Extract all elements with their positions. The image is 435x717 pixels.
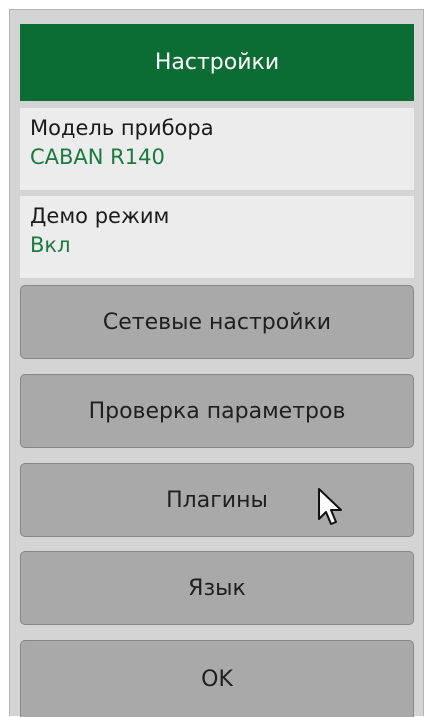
panel-title: Настройки: [154, 50, 280, 75]
settings-panel: Настройки Модель прибора CABAN R140 Демо…: [9, 9, 424, 717]
language-button[interactable]: Язык: [20, 551, 414, 625]
parameter-check-button[interactable]: Проверка параметров: [20, 374, 414, 448]
demo-mode-label: Демо режим: [30, 204, 170, 228]
parameter-check-label: Проверка параметров: [88, 398, 346, 424]
demo-mode-value: Вкл: [30, 233, 71, 257]
mouse-pointer-icon: [318, 488, 342, 525]
network-settings-button[interactable]: Сетевые настройки: [20, 285, 414, 359]
ok-label: OK: [201, 666, 233, 692]
language-label: Язык: [188, 575, 246, 601]
panel-header: Настройки: [20, 24, 414, 101]
device-model-value: CABAN R140: [30, 145, 165, 169]
demo-mode-field[interactable]: Демо режим Вкл: [20, 196, 414, 278]
device-model-label: Модель прибора: [30, 116, 214, 140]
ok-button[interactable]: OK: [20, 640, 414, 717]
plugins-label: Плагины: [166, 487, 268, 513]
plugins-button[interactable]: Плагины: [20, 463, 414, 537]
network-settings-label: Сетевые настройки: [102, 309, 332, 335]
device-model-field[interactable]: Модель прибора CABAN R140: [20, 108, 414, 190]
